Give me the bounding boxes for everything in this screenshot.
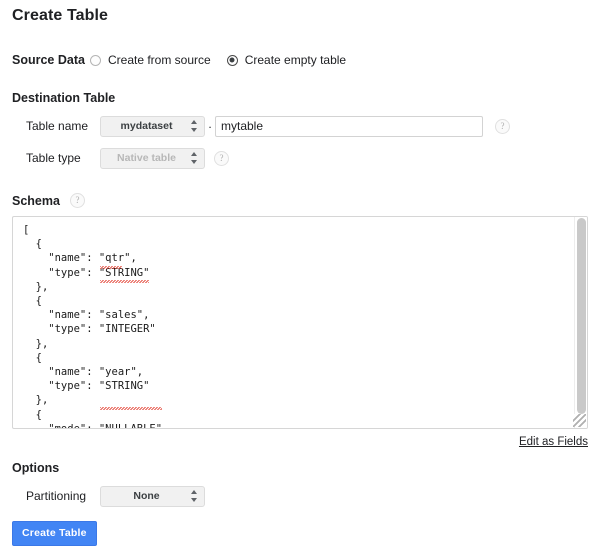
schema-editor (12, 216, 588, 429)
table-type-label: Table type (12, 151, 100, 165)
table-type-select[interactable]: Native table (100, 148, 205, 169)
schema-textarea[interactable] (13, 217, 573, 428)
resize-handle[interactable] (573, 414, 586, 427)
page-title: Create Table (12, 7, 588, 25)
table-type-help-icon[interactable]: ? (214, 151, 229, 166)
partitioning-label: Partitioning (12, 489, 100, 503)
edit-as-fields-row: Edit as Fields (12, 436, 588, 448)
schema-heading: Schema (12, 194, 60, 208)
partitioning-select-value: None (133, 490, 171, 502)
destination-table-heading: Destination Table (12, 91, 588, 105)
table-name-row: Table name mydataset . ? (12, 115, 588, 137)
radio-create-from-source[interactable]: Create from source (90, 53, 211, 67)
chevron-updown-icon (190, 490, 197, 502)
chevron-updown-icon (190, 152, 197, 164)
table-name-help-icon[interactable]: ? (495, 119, 510, 134)
source-data-radio-group: Create from source Create empty table (90, 53, 362, 67)
options-heading: Options (12, 461, 588, 475)
create-table-page: Create Table Source Data Create from sou… (0, 7, 600, 525)
schema-scrollbar-thumb[interactable] (577, 218, 586, 414)
chevron-updown-icon (190, 120, 197, 132)
radio-create-empty-table[interactable]: Create empty table (227, 53, 346, 67)
source-data-label: Source Data (12, 53, 90, 67)
edit-as-fields-link[interactable]: Edit as Fields (519, 436, 588, 448)
partitioning-row: Partitioning None (12, 485, 588, 507)
source-data-row: Source Data Create from source Create em… (12, 51, 588, 69)
dataset-table-separator: . (205, 113, 215, 139)
table-name-input[interactable] (215, 116, 483, 137)
radio-checked-icon[interactable] (227, 55, 238, 66)
partitioning-select[interactable]: None (100, 486, 205, 507)
table-type-row: Table type Native table ? (12, 147, 588, 169)
table-name-label: Table name (12, 119, 100, 133)
table-type-select-value: Native table (117, 152, 188, 164)
schema-heading-row: Schema ? (12, 193, 588, 208)
dataset-select-value: mydataset (121, 120, 185, 132)
dataset-select[interactable]: mydataset (100, 116, 205, 137)
create-table-button[interactable]: Create Table (12, 521, 97, 546)
radio-unchecked-icon[interactable] (90, 55, 101, 66)
schema-scrollbar[interactable] (574, 217, 587, 428)
schema-help-icon[interactable]: ? (70, 193, 85, 208)
radio-create-empty-table-label: Create empty table (245, 53, 346, 67)
radio-create-from-source-label: Create from source (108, 53, 211, 67)
